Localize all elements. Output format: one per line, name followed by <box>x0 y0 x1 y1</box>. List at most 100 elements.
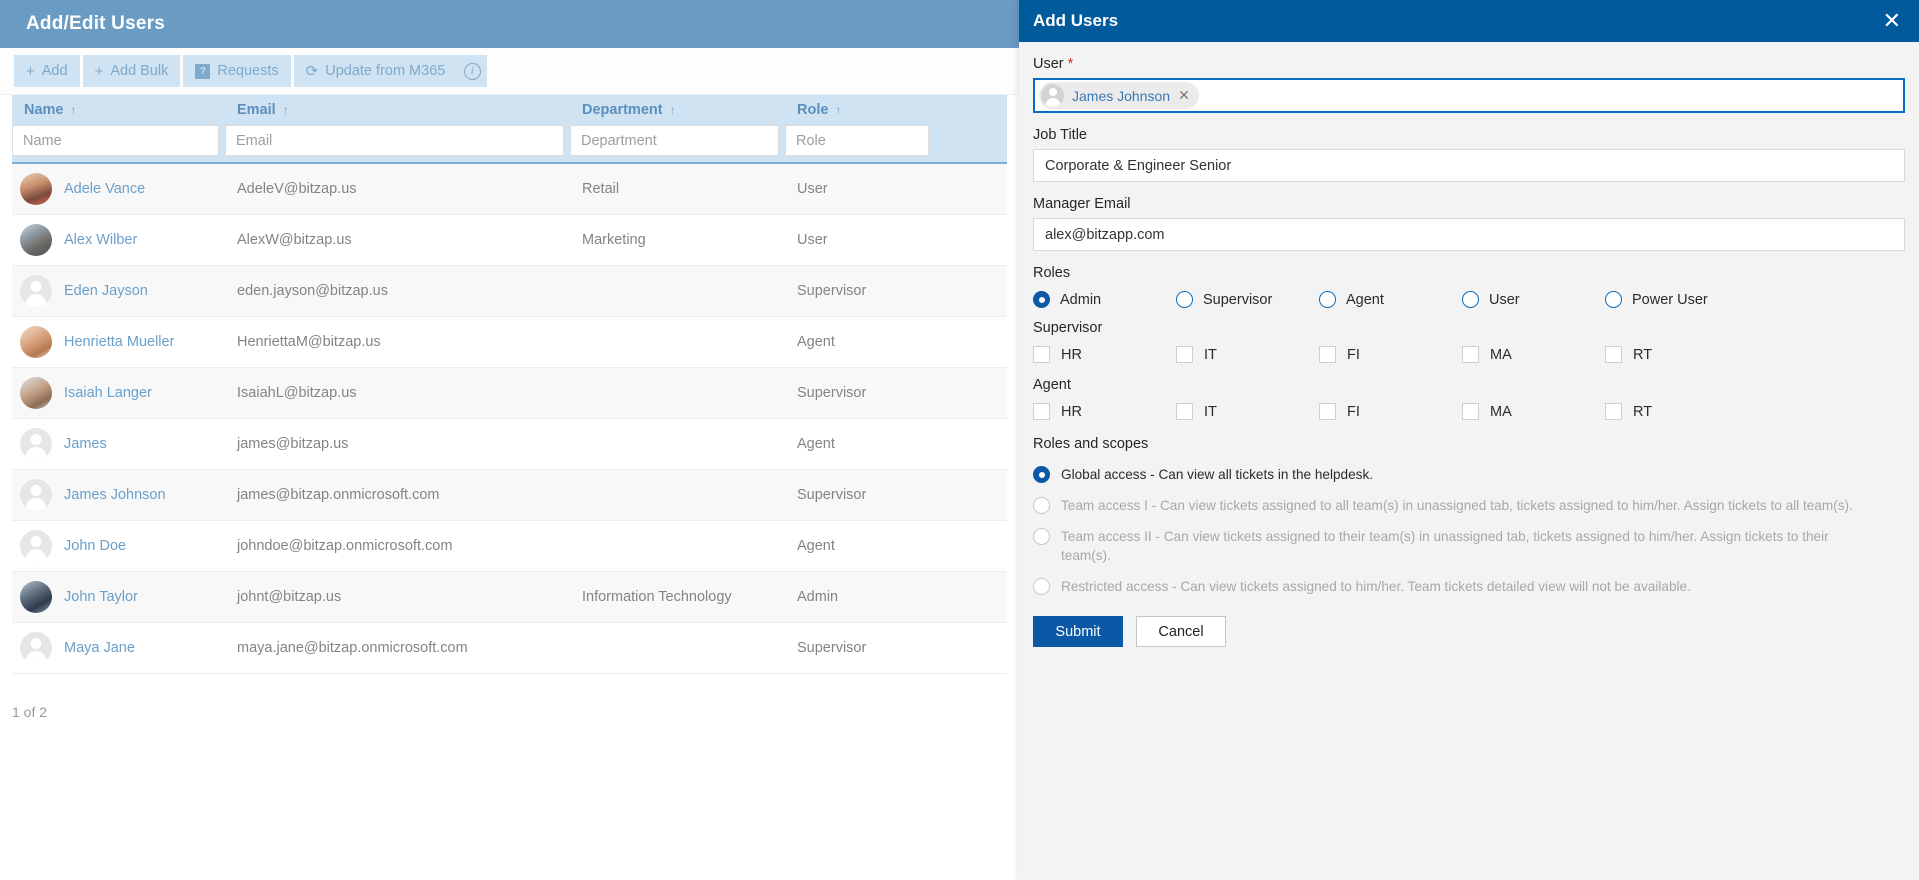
agent-checkbox-label: HR <box>1061 403 1082 420</box>
agent-checkbox-label: RT <box>1633 403 1653 420</box>
cell-name: Isaiah Langer <box>12 377 225 409</box>
avatar <box>20 326 52 358</box>
table-row[interactable]: Eden Jayson eden.jayson@bitzap.us Supervis… <box>12 266 1007 317</box>
user-name-link[interactable]: James Johnson <box>64 487 166 503</box>
cell-name: Adele Vance <box>12 173 225 205</box>
user-name-link[interactable]: Alex Wilber <box>64 232 137 248</box>
user-name-link[interactable]: John Taylor <box>64 589 138 605</box>
column-header-name[interactable]: Name ↑ <box>12 102 225 118</box>
requests-button[interactable]: ? Requests <box>183 55 291 87</box>
agent-checkbox-rt[interactable]: RT <box>1605 403 1748 420</box>
filter-input-name[interactable] <box>12 125 219 156</box>
cell-email: maya.jane@bitzap.onmicrosoft.com <box>237 640 468 656</box>
cell-department: Retail <box>582 181 620 197</box>
user-name-link[interactable]: James <box>64 436 107 452</box>
agent-checkbox-it[interactable]: IT <box>1176 403 1319 420</box>
radio-icon <box>1033 466 1050 483</box>
remove-user-icon[interactable]: ✕ <box>1178 87 1190 104</box>
agent-checkbox-ma[interactable]: MA <box>1462 403 1605 420</box>
close-icon[interactable]: ✕ <box>1881 10 1903 32</box>
table-row[interactable]: Henrietta Mueller HenriettaM@bitzap.us Age… <box>12 317 1007 368</box>
info-icon: i <box>463 62 481 80</box>
update-from-m365-button[interactable]: ⟳ Update from M365 <box>293 55 458 87</box>
info-icon-button[interactable]: i <box>457 55 488 87</box>
cell-name: John Taylor <box>12 581 225 613</box>
job-title-input[interactable] <box>1033 149 1905 182</box>
agent-checkbox-group: HR IT FI MA RT <box>1033 403 1905 420</box>
supervisor-checkbox-hr[interactable]: HR <box>1033 346 1176 363</box>
column-header-department[interactable]: Department ↑ <box>570 102 785 118</box>
cell-role: Supervisor <box>797 640 867 656</box>
roles-radio-group: Admin Supervisor Agent User Power User <box>1033 291 1905 308</box>
radio-icon <box>1033 497 1050 514</box>
user-name-link[interactable]: Maya Jane <box>64 640 135 656</box>
filter-input-email[interactable] <box>225 125 564 156</box>
table-row[interactable]: Adele Vance AdeleV@bitzap.us Retail User <box>12 164 1007 215</box>
user-people-picker[interactable]: James Johnson ✕ <box>1033 78 1905 113</box>
column-header-email[interactable]: Email ↑ <box>225 102 570 118</box>
panel-title: Add Users <box>1033 11 1119 30</box>
table-row[interactable]: Maya Jane maya.jane@bitzap.onmicrosoft.co… <box>12 623 1007 674</box>
column-header-department-label: Department <box>582 102 663 118</box>
agent-label: Agent <box>1033 377 1071 393</box>
table-row[interactable]: Isaiah Langer IsaiahL@bitzap.us Supervisor <box>12 368 1007 419</box>
role-radio-supervisor[interactable]: Supervisor <box>1176 291 1319 308</box>
agent-checkbox-label: FI <box>1347 403 1360 420</box>
table-row[interactable]: James james@bitzap.us Agent <box>12 419 1007 470</box>
user-name-link[interactable]: Eden Jayson <box>64 283 148 299</box>
supervisor-checkbox-rt[interactable]: RT <box>1605 346 1748 363</box>
users-page: Add/Edit Users + Add + Add Bulk ? Reques… <box>0 0 1019 880</box>
user-name-link[interactable]: Henrietta Mueller <box>64 334 174 350</box>
cell-email: AdeleV@bitzap.us <box>237 181 357 197</box>
table-row[interactable]: John Doe johndoe@bitzap.onmicrosoft.com Ag… <box>12 521 1007 572</box>
supervisor-checkbox-fi[interactable]: FI <box>1319 346 1462 363</box>
agent-checkbox-hr[interactable]: HR <box>1033 403 1176 420</box>
table-row[interactable]: James Johnson james@bitzap.onmicrosoft.co… <box>12 470 1007 521</box>
user-name-link[interactable]: Adele Vance <box>64 181 145 197</box>
supervisor-checkbox-it[interactable]: IT <box>1176 346 1319 363</box>
cancel-button[interactable]: Cancel <box>1136 616 1226 647</box>
table-filter-row <box>12 125 1007 162</box>
role-radio-admin[interactable]: Admin <box>1033 291 1176 308</box>
manager-email-input[interactable] <box>1033 218 1905 251</box>
table-row[interactable]: John Taylor johnt@bitzap.us Information Te… <box>12 572 1007 623</box>
sort-asc-icon: ↑ <box>282 103 289 117</box>
supervisor-checkbox-label: IT <box>1204 346 1217 363</box>
supervisor-checkbox-label: FI <box>1347 346 1360 363</box>
cell-department: Information Technology <box>582 589 732 605</box>
table-row[interactable]: Alex Wilber AlexW@bitzap.us Marketing User <box>12 215 1007 266</box>
supervisor-checkbox-ma[interactable]: MA <box>1462 346 1605 363</box>
checkbox-icon <box>1605 346 1622 363</box>
column-header-role[interactable]: Role ↑ <box>785 102 935 118</box>
user-name-link[interactable]: John Doe <box>64 538 126 554</box>
agent-checkbox-fi[interactable]: FI <box>1319 403 1462 420</box>
update-from-m365-label: Update from M365 <box>325 63 446 79</box>
user-field-label: User * <box>1033 56 1905 72</box>
checkbox-icon <box>1319 403 1336 420</box>
selected-user-chip[interactable]: James Johnson ✕ <box>1039 82 1199 109</box>
cell-department: Marketing <box>582 232 646 248</box>
checkbox-icon <box>1176 346 1193 363</box>
role-radio-user[interactable]: User <box>1462 291 1605 308</box>
manager-email-label: Manager Email <box>1033 196 1131 212</box>
filter-input-role[interactable] <box>785 125 929 156</box>
scope-option-1[interactable]: Global access - Can view all tickets in … <box>1033 465 1905 484</box>
cell-name: John Doe <box>12 530 225 562</box>
add-bulk-button[interactable]: + Add Bulk <box>82 55 181 87</box>
add-bulk-button-label: Add Bulk <box>110 63 169 79</box>
table-header-row: Name ↑ Email ↑ Department ↑ Role ↑ <box>12 95 1007 125</box>
cell-name: Alex Wilber <box>12 224 225 256</box>
add-button[interactable]: + Add <box>14 55 80 87</box>
scope-option-text: Team access I - Can view tickets assigne… <box>1061 498 1853 513</box>
submit-button[interactable]: Submit <box>1033 616 1123 647</box>
user-name-link[interactable]: Isaiah Langer <box>64 385 152 401</box>
filter-input-department[interactable] <box>570 125 779 156</box>
sort-asc-icon: ↑ <box>835 103 842 117</box>
cell-name: Maya Jane <box>12 632 225 664</box>
role-radio-power-user[interactable]: Power User <box>1605 291 1748 308</box>
cell-email: johnt@bitzap.us <box>237 589 342 605</box>
radio-icon <box>1605 291 1622 308</box>
role-radio-label: Supervisor <box>1203 291 1273 308</box>
role-radio-agent[interactable]: Agent <box>1319 291 1462 308</box>
selected-user-name: James Johnson <box>1072 87 1171 104</box>
